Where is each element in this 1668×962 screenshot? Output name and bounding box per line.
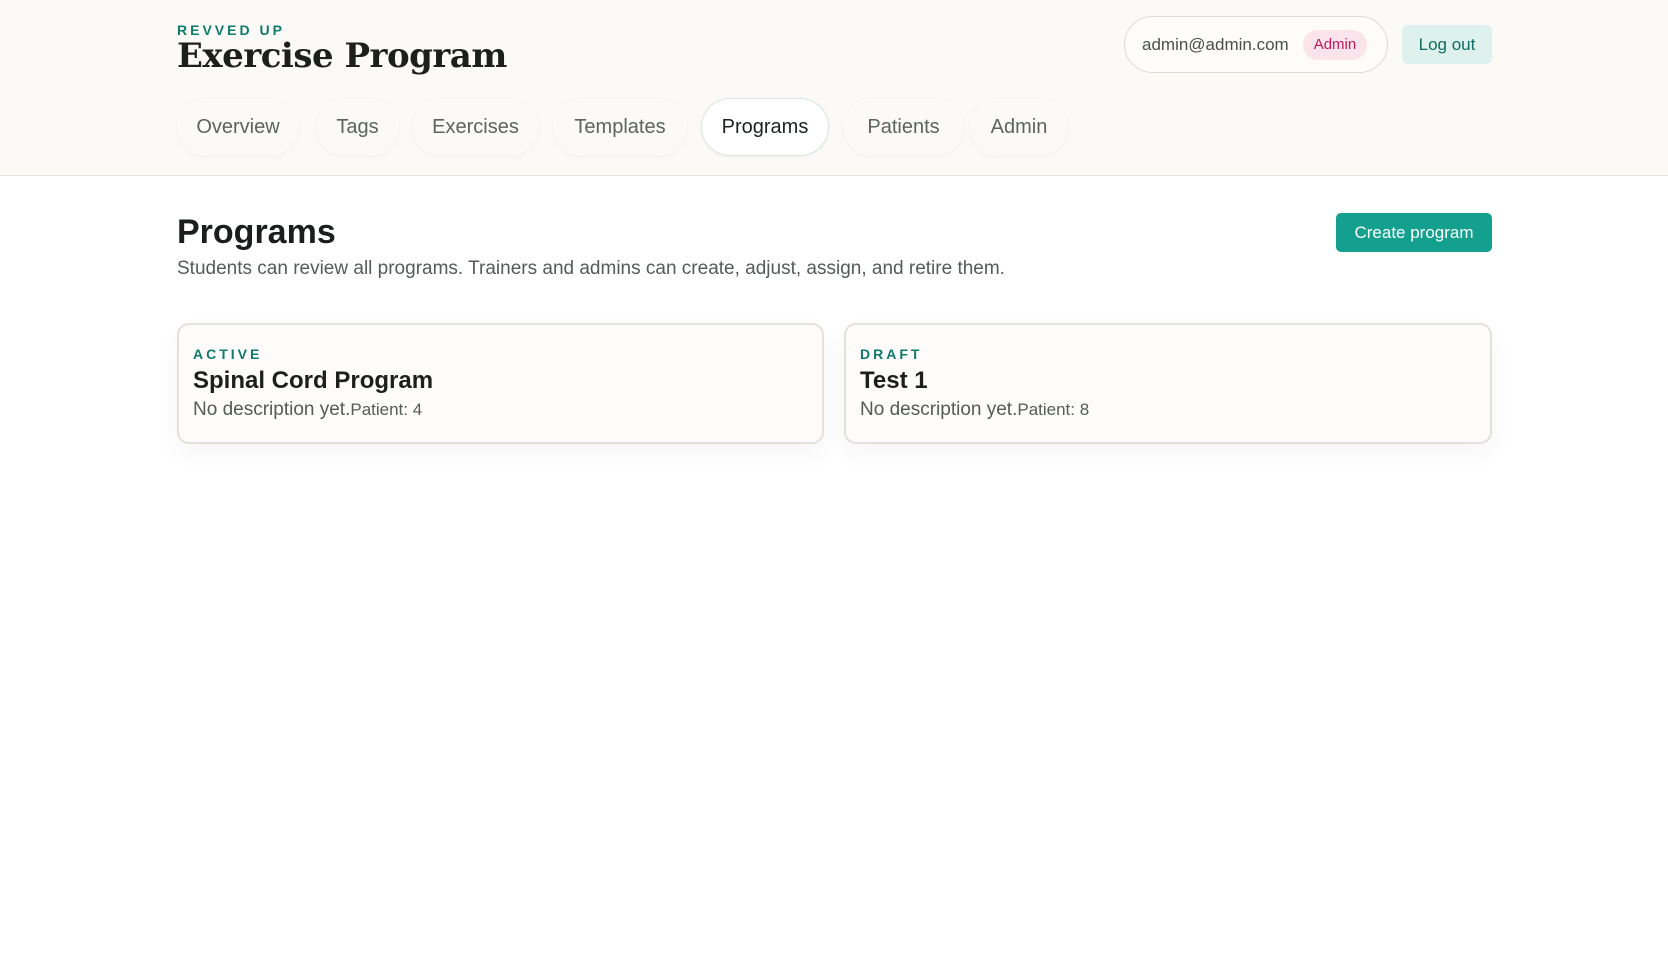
tab-admin[interactable]: Admin — [970, 98, 1068, 156]
program-patient: Patient: 8 — [1017, 400, 1090, 419]
program-status: ACTIVE — [193, 346, 263, 362]
program-card[interactable]: DRAFT Test 1 No description yet.Patient:… — [844, 323, 1492, 444]
program-card[interactable]: ACTIVE Spinal Cord Program No descriptio… — [177, 323, 824, 444]
top-header: REVVED UP Exercise Program admin@admin.c… — [0, 0, 1668, 176]
user-account-pill: admin@admin.com Admin — [1124, 16, 1388, 73]
program-description: No description yet. — [193, 399, 351, 420]
program-meta: No description yet.Patient: 8 — [860, 399, 1476, 421]
app-title: Exercise Program — [177, 36, 507, 76]
program-name: Test 1 — [860, 367, 928, 394]
create-program-button[interactable]: Create program — [1336, 213, 1492, 252]
program-patient: Patient: 4 — [350, 400, 423, 419]
tab-templates[interactable]: Templates — [553, 98, 687, 156]
tab-programs[interactable]: Programs — [701, 98, 829, 156]
page-subtitle: Students can review all programs. Traine… — [177, 258, 1005, 279]
tab-exercises[interactable]: Exercises — [412, 98, 539, 156]
role-badge: Admin — [1302, 29, 1368, 60]
tab-patients[interactable]: Patients — [843, 98, 964, 156]
tab-tags[interactable]: Tags — [316, 98, 399, 156]
logout-button[interactable]: Log out — [1402, 25, 1492, 64]
program-description: No description yet. — [860, 399, 1018, 420]
user-email: admin@admin.com — [1142, 34, 1289, 54]
program-name: Spinal Cord Program — [193, 367, 434, 394]
tab-overview[interactable]: Overview — [177, 98, 299, 156]
program-status: DRAFT — [860, 346, 923, 362]
program-meta: No description yet.Patient: 4 — [193, 399, 808, 421]
page-title: Programs — [177, 213, 336, 251]
